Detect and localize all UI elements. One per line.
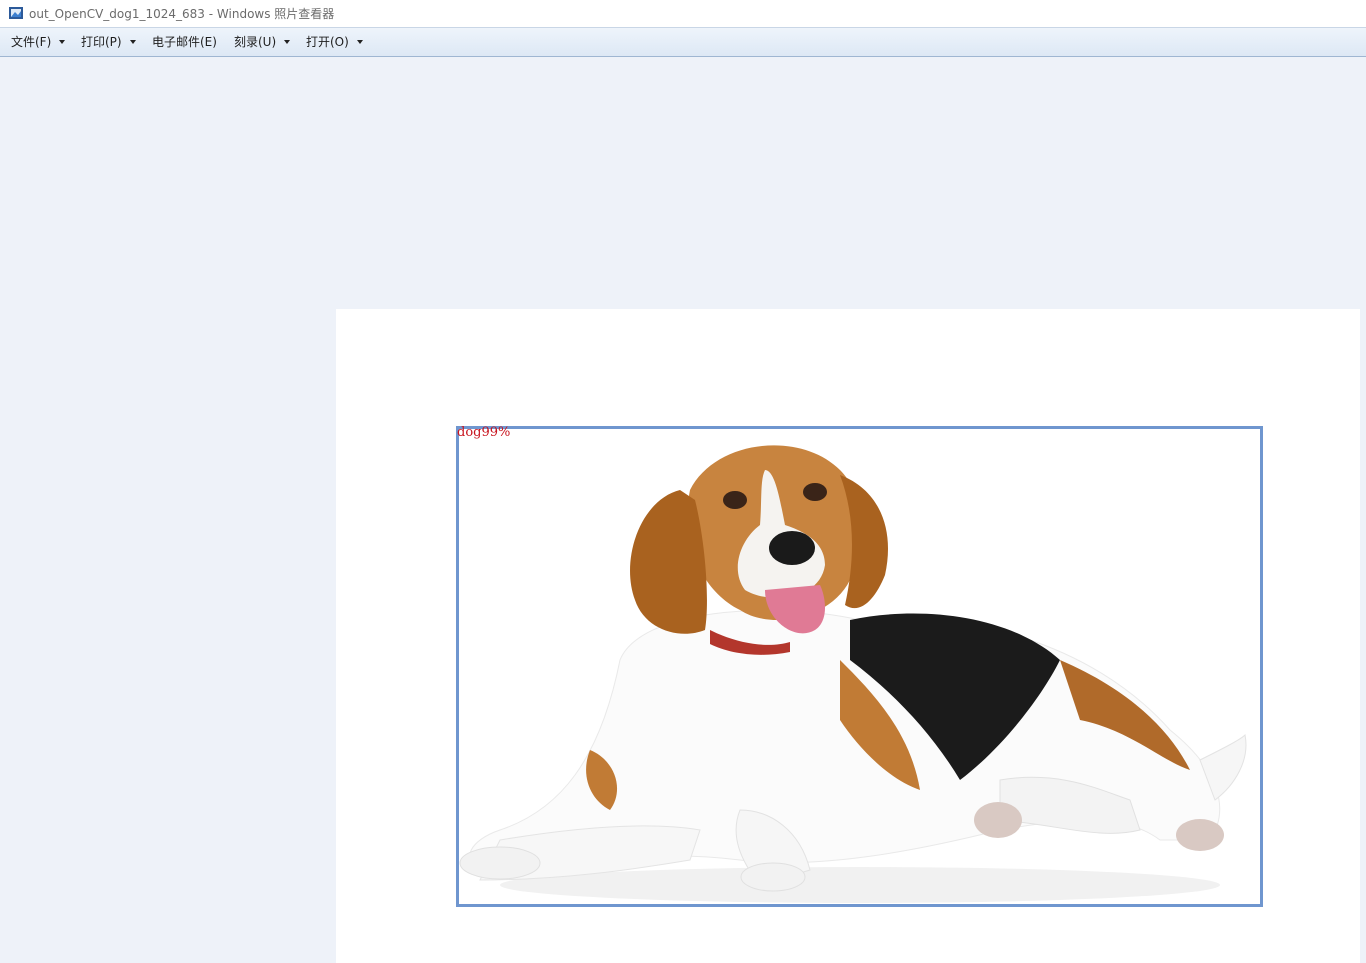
menu-print[interactable]: 打印(P) bbox=[81, 28, 122, 56]
chevron-down-icon[interactable] bbox=[357, 40, 363, 44]
window-title: out_OpenCV_dog1_1024_683 - Windows 照片查看器 bbox=[29, 7, 335, 21]
chevron-down-icon[interactable] bbox=[59, 40, 65, 44]
chevron-down-icon[interactable] bbox=[130, 40, 136, 44]
title-bar: out_OpenCV_dog1_1024_683 - Windows 照片查看器 bbox=[0, 0, 1366, 28]
detection-label: dog99% bbox=[457, 425, 511, 440]
photo-viewer-icon bbox=[9, 7, 23, 19]
menu-email[interactable]: 电子邮件(E) bbox=[152, 28, 217, 56]
menu-burn[interactable]: 刻录(U) bbox=[234, 28, 276, 56]
chevron-down-icon[interactable] bbox=[284, 40, 290, 44]
menu-file[interactable]: 文件(F) bbox=[11, 28, 51, 56]
menu-bar: 文件(F) 打印(P) 电子邮件(E) 刻录(U) 打开(O) bbox=[0, 28, 1366, 57]
menu-open[interactable]: 打开(O) bbox=[306, 28, 349, 56]
detection-bounding-box bbox=[456, 426, 1263, 907]
